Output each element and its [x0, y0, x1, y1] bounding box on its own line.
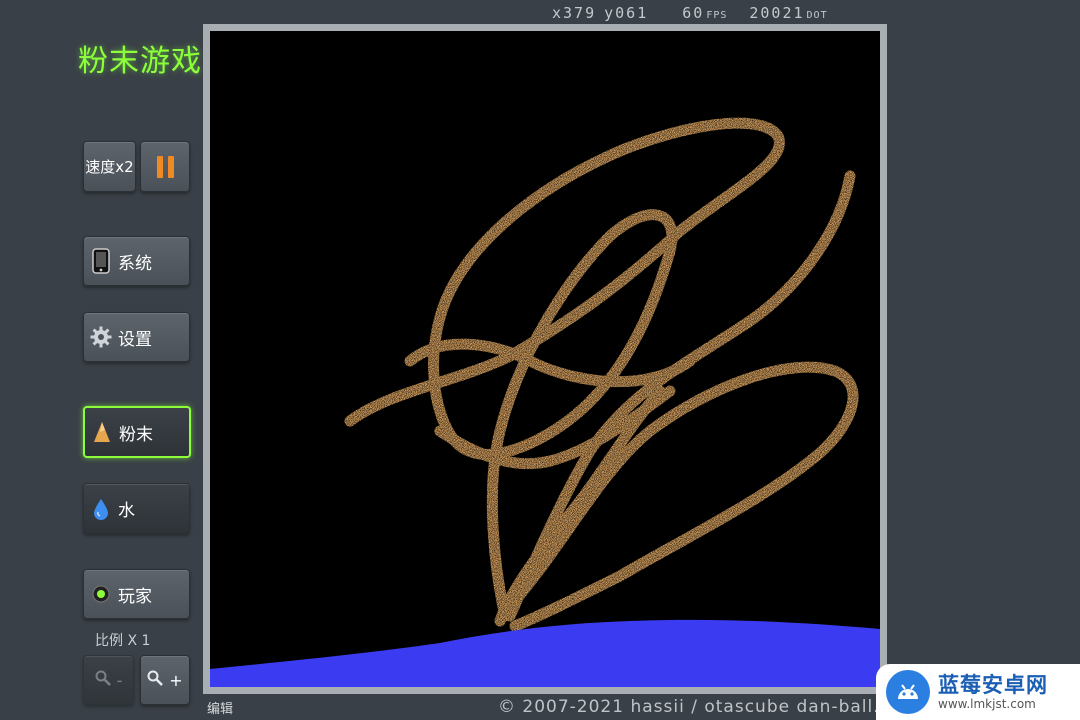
water-drop-icon — [90, 496, 112, 522]
dot-count: 20021 — [749, 4, 805, 22]
simulation-drawing — [210, 117, 880, 687]
speed-label: 速度x2 — [85, 158, 134, 176]
phone-icon — [90, 248, 112, 274]
water-label: 水 — [118, 501, 135, 521]
copyright-text: © 2007-2021 hassii / otascube dan-ball.j… — [498, 697, 880, 717]
powder-label: 粉末 — [119, 424, 153, 445]
sand-strokes — [344, 117, 859, 632]
speed-button[interactable]: 速度x2 — [83, 141, 136, 192]
site-watermark: 蓝莓安卓网 www.lmkjst.com — [876, 664, 1080, 720]
system-button[interactable]: 系统 — [83, 236, 190, 286]
cursor-x: x379 — [552, 4, 597, 22]
player-button[interactable]: 玩家 — [83, 569, 190, 619]
zoom-in-label: + — [169, 670, 183, 690]
pause-button[interactable] — [140, 141, 190, 192]
powder-button[interactable]: 粉末 — [83, 406, 191, 458]
fps-unit: FPS — [706, 10, 728, 21]
magnifier-icon — [147, 670, 164, 691]
scale-label: 比例 X 1 — [95, 633, 151, 649]
edit-label[interactable]: 编辑 — [207, 698, 233, 717]
site-logo-icon — [886, 670, 930, 714]
player-label: 玩家 — [118, 586, 152, 607]
simulation-canvas[interactable] — [210, 31, 880, 687]
pause-icon — [156, 155, 174, 178]
cursor-y: y061 — [604, 4, 649, 22]
site-name: 蓝莓安卓网 — [938, 673, 1048, 697]
dot-unit: DOT — [806, 10, 828, 21]
settings-label: 设置 — [118, 329, 152, 350]
site-url: www.lmkjst.com — [938, 697, 1036, 711]
fps-value: 60 — [682, 4, 705, 22]
gear-icon — [90, 324, 112, 350]
magnifier-icon — [95, 670, 111, 691]
zoom-in-button[interactable]: + — [140, 655, 190, 705]
settings-button[interactable]: 设置 — [83, 312, 190, 362]
zoom-out-label: - — [116, 670, 123, 690]
powder-pile-icon — [91, 419, 113, 445]
stats-readout: x379 y061 60 FPS 20021 DOT — [552, 4, 828, 22]
zoom-out-button[interactable]: - — [83, 655, 134, 705]
water-pool — [210, 619, 880, 687]
app-title: 粉末游戏 — [78, 44, 202, 79]
canvas-frame — [203, 24, 887, 694]
water-button[interactable]: 水 — [83, 483, 190, 534]
system-label: 系统 — [118, 253, 152, 274]
player-dot-icon — [90, 581, 112, 607]
